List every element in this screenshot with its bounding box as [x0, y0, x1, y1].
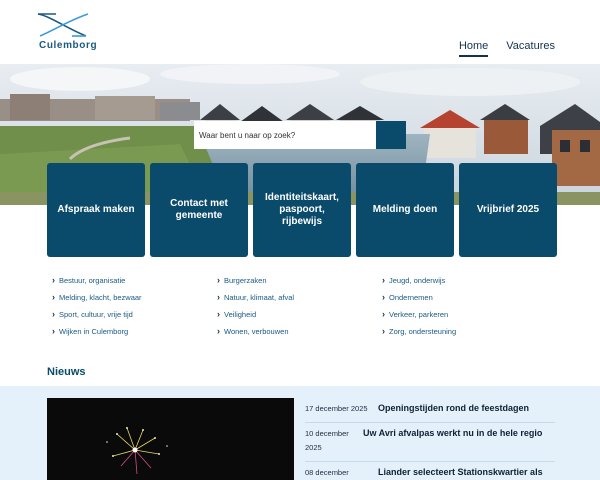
logo-text: Culemborg: [39, 40, 98, 51]
news-item[interactable]: 10 december 2025 Uw Avri afvalpas werkt …: [305, 423, 555, 462]
news-date: 08 december: [305, 468, 349, 477]
search-input[interactable]: [194, 121, 376, 149]
tile-label: Afspraak maken: [57, 204, 135, 215]
category-label: Wijken in Culemborg: [59, 326, 129, 336]
news-featured-image[interactable]: [47, 398, 294, 480]
tile-label: Vrijbrief 2025: [476, 204, 540, 215]
tile-label: Contact met gemeente: [170, 198, 228, 221]
category-links: › Bestuur, organisatie › Burgerzaken › Jeug…: [52, 275, 562, 336]
category-label: Jeugd, onderwijs: [389, 275, 446, 285]
chevron-right-icon: ›: [382, 292, 385, 302]
category-link[interactable]: › Jeugd, onderwijs: [382, 275, 552, 285]
category-label: Burgerzaken: [224, 275, 267, 285]
category-label: Ondernemen: [389, 292, 433, 302]
category-link[interactable]: › Wonen, verbouwen: [217, 326, 382, 336]
category-label: Bestuur, organisatie: [59, 275, 126, 285]
tile-afspraak-maken[interactable]: Afspraak maken: [47, 163, 145, 257]
category-link[interactable]: › Sport, cultuur, vrije tijd: [52, 309, 217, 319]
category-label: Natuur, klimaat, afval: [224, 292, 295, 302]
category-label: Sport, cultuur, vrije tijd: [59, 309, 133, 319]
chevron-right-icon: ›: [382, 309, 385, 319]
quick-tiles: Afspraak maken Contact met gemeente Iden…: [47, 163, 557, 257]
category-link[interactable]: › Bestuur, organisatie: [52, 275, 217, 285]
news-list: 17 december 2025 Openingstijden rond de …: [305, 398, 555, 480]
site-header: Culemborg Home Vacatures: [0, 0, 600, 64]
chevron-right-icon: ›: [52, 275, 55, 285]
chevron-right-icon: ›: [52, 292, 55, 302]
main-nav: Home Vacatures: [458, 40, 555, 57]
category-label: Verkeer, parkeren: [389, 309, 449, 319]
search-icon: [194, 121, 205, 132]
news-item[interactable]: 08 december Liander selecteert Stationsk…: [305, 462, 555, 480]
chevron-right-icon: ›: [217, 326, 220, 336]
chevron-right-icon: ›: [382, 326, 385, 336]
tile-identiteitskaart-paspoort-rijbewijs[interactable]: Identiteitskaart, paspoort, rijbewijs: [253, 163, 351, 257]
tile-contact-met-gemeente[interactable]: Contact met gemeente: [150, 163, 248, 257]
news-headline: Liander selecteert Stationskwartier als: [378, 467, 543, 477]
category-link[interactable]: › Natuur, klimaat, afval: [217, 292, 382, 302]
category-link[interactable]: › Melding, klacht, bezwaar: [52, 292, 217, 302]
news-headline: Uw Avri afvalpas werkt nu in de hele reg…: [363, 428, 543, 438]
category-label: Wonen, verbouwen: [224, 326, 289, 336]
chevron-right-icon: ›: [217, 309, 220, 319]
category-link[interactable]: › Wijken in Culemborg: [52, 326, 217, 336]
news-headline: Openingstijden rond de feestdagen: [378, 403, 530, 413]
chevron-right-icon: ›: [52, 326, 55, 336]
chevron-right-icon: ›: [217, 275, 220, 285]
category-label: Melding, klacht, bezwaar: [59, 292, 142, 302]
news-item[interactable]: 17 december 2025 Openingstijden rond de …: [305, 398, 555, 423]
search-button[interactable]: [194, 121, 406, 149]
nav-home[interactable]: Home: [458, 40, 489, 57]
chevron-right-icon: ›: [382, 275, 385, 285]
category-link[interactable]: › Ondernemen: [382, 292, 552, 302]
category-label: Veiligheid: [224, 309, 257, 319]
news-heading: Nieuws: [47, 366, 86, 378]
nav-vacatures[interactable]: Vacatures: [506, 40, 555, 57]
category-label: Zorg, ondersteuning: [389, 326, 457, 336]
logo-mark-icon: [37, 13, 89, 37]
chevron-right-icon: ›: [52, 309, 55, 319]
culemborg-logo[interactable]: Culemborg: [36, 10, 97, 54]
category-link[interactable]: › Veiligheid: [217, 309, 382, 319]
category-link[interactable]: › Zorg, ondersteuning: [382, 326, 552, 336]
tile-melding-doen[interactable]: Melding doen: [356, 163, 454, 257]
news-date: 10 december 2025: [305, 429, 349, 452]
tile-label: Identiteitskaart, paspoort, rijbewijs: [265, 192, 339, 227]
search-bar: [194, 121, 406, 149]
chevron-right-icon: ›: [217, 292, 220, 302]
news-date: 17 december 2025: [305, 404, 368, 413]
tile-vrijbrief-2025[interactable]: Vrijbrief 2025: [459, 163, 557, 257]
fireworks-image: [47, 398, 294, 480]
tile-label: Melding doen: [372, 204, 438, 215]
category-link[interactable]: › Verkeer, parkeren: [382, 309, 552, 319]
category-link[interactable]: › Burgerzaken: [217, 275, 382, 285]
